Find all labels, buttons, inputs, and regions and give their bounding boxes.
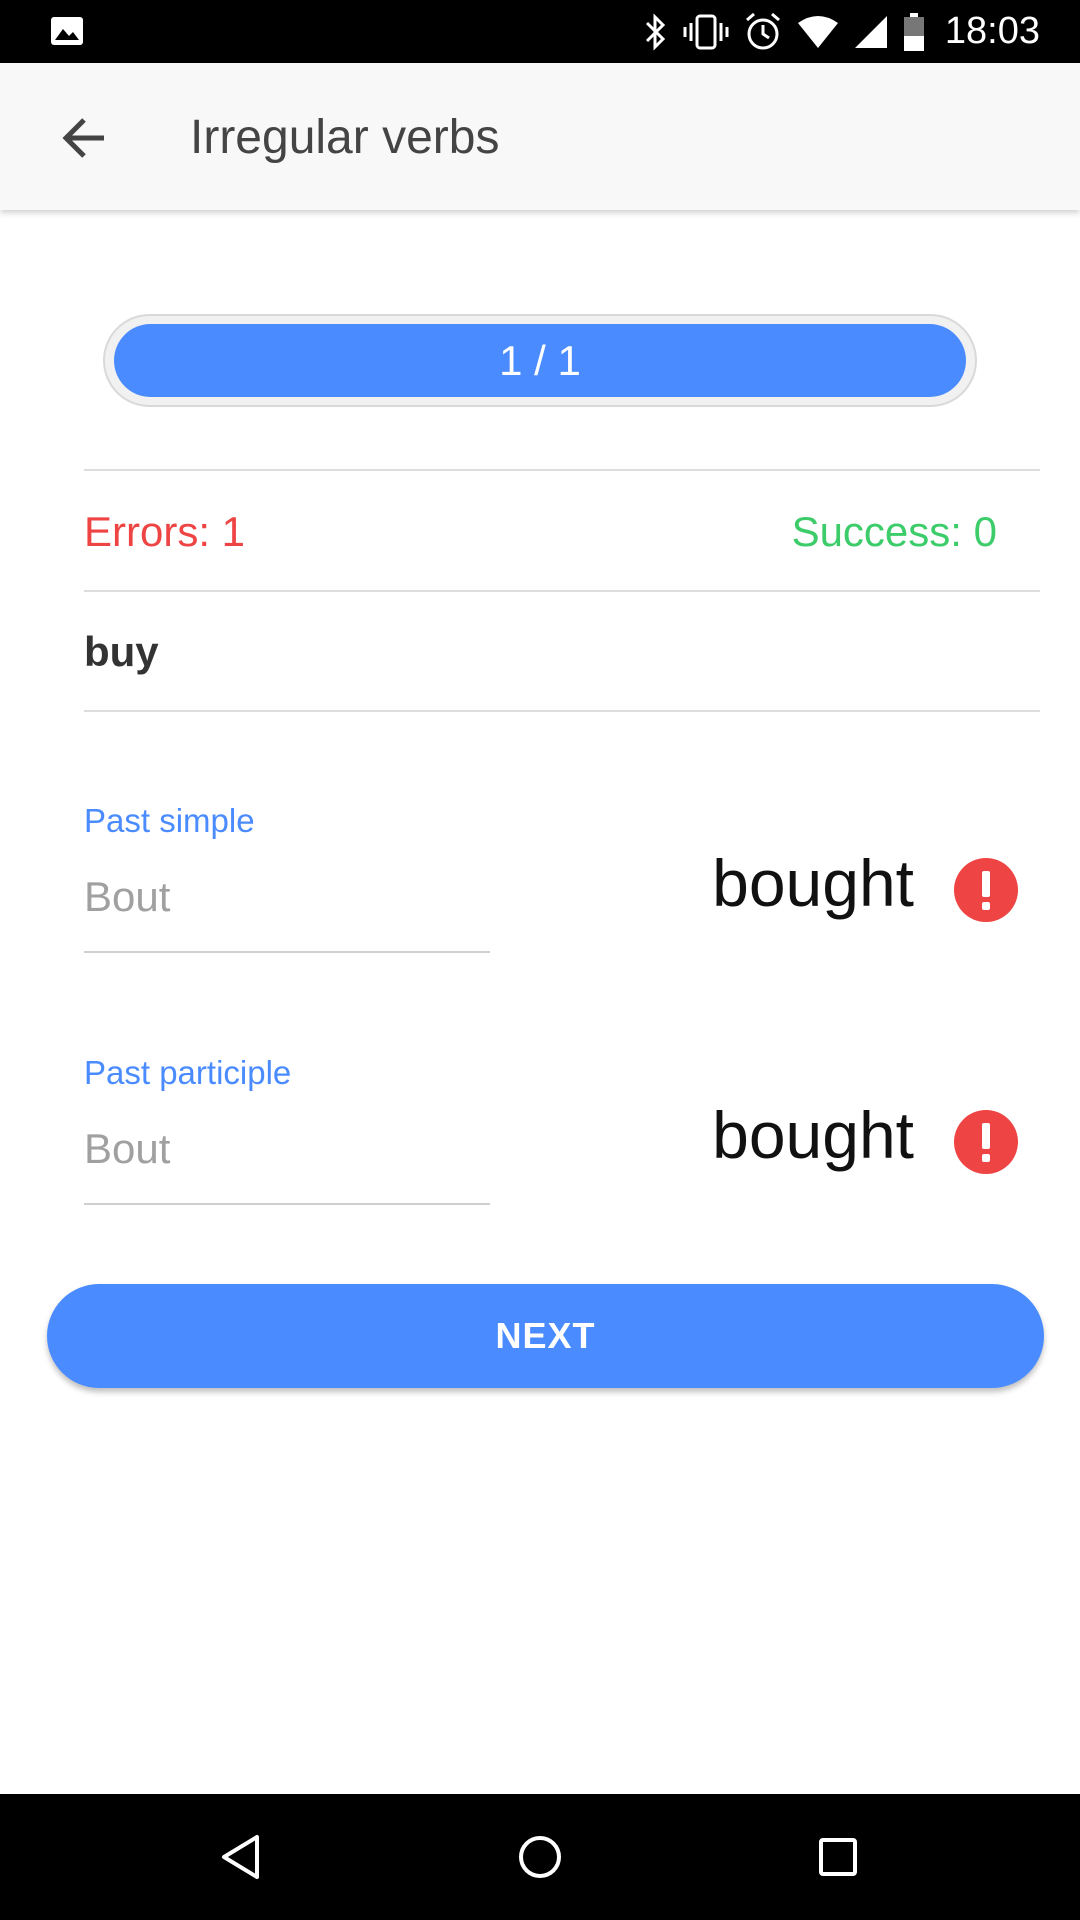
past-participle-label: Past participle — [84, 1054, 292, 1091]
past-simple-input[interactable]: Bout — [84, 873, 490, 953]
vibrate-icon — [683, 14, 729, 49]
errors-count: Errors: 1 — [84, 508, 246, 555]
nav-recents-icon — [819, 1838, 857, 1876]
next-button[interactable]: NEXT — [47, 1284, 1044, 1388]
status-time: 18:03 — [944, 10, 1040, 52]
nav-home-icon — [519, 1836, 561, 1878]
divider — [84, 469, 1040, 471]
nav-home-button[interactable] — [507, 1824, 573, 1890]
divider — [84, 710, 1040, 712]
arrow-back-icon — [62, 118, 104, 158]
back-button[interactable] — [50, 103, 120, 173]
page-title: Irregular verbs — [190, 111, 500, 164]
wifi-icon — [797, 15, 838, 48]
app-bar: Irregular verbs — [0, 63, 1080, 210]
battery-icon — [903, 12, 924, 51]
success-count: Success: 0 — [791, 508, 997, 555]
alarm-icon — [745, 12, 780, 49]
bluetooth-icon — [645, 12, 666, 51]
nav-back-button[interactable] — [208, 1824, 274, 1890]
divider — [84, 590, 1040, 592]
past-participle-correct-answer: bought — [712, 1098, 914, 1172]
image-icon — [51, 17, 83, 45]
status-bar: 18:03 — [0, 0, 1080, 63]
progress-label: 1 / 1 — [499, 336, 581, 384]
error-icon — [954, 858, 1018, 922]
past-simple-label: Past simple — [84, 802, 255, 839]
nav-back-icon — [222, 1835, 259, 1879]
status-icons: 18:03 — [643, 0, 1040, 63]
cell-signal-icon — [854, 15, 887, 48]
nav-bar — [0, 1794, 1080, 1920]
verb-base-form: buy — [84, 628, 159, 675]
nav-recents-button[interactable] — [805, 1824, 871, 1890]
past-simple-correct-answer: bought — [712, 846, 914, 920]
progress-bar: 1 / 1 — [103, 314, 977, 407]
error-icon — [954, 1110, 1018, 1174]
past-participle-input[interactable]: Bout — [84, 1125, 490, 1205]
